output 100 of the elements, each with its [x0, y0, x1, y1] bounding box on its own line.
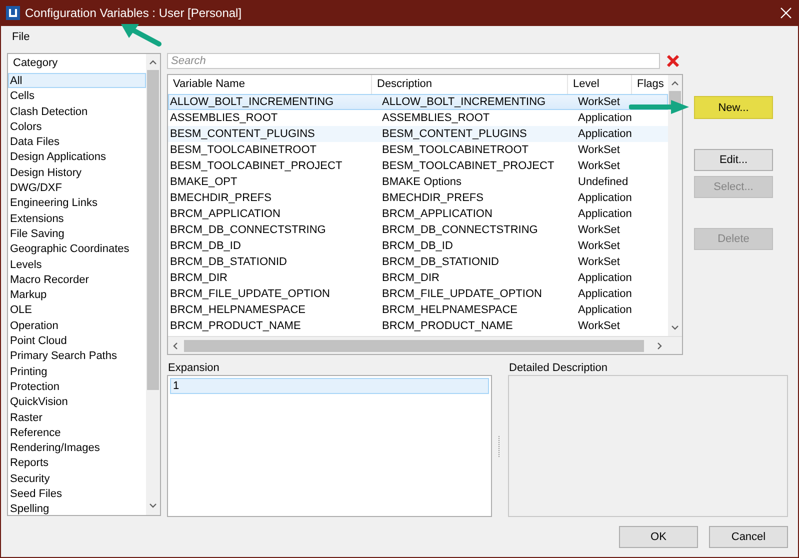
action-button[interactable]: Edit...: [694, 149, 773, 171]
table-row[interactable]: BRCM_DB_ID BRCM_DB_ID WorkSet: [168, 238, 668, 254]
table-row[interactable]: BRCM_APPLICATION BRCM_APPLICATION Application: [168, 206, 668, 222]
table-cell-text: Application: [577, 111, 632, 125]
table-cell-text: BMECHDIR_PREFS: [169, 191, 272, 205]
list-item[interactable]: Reports: [8, 455, 146, 471]
table-cell-text: ASSEMBLIES_ROOT: [169, 111, 279, 125]
table-cell-text: BRCM_DB_ID: [169, 239, 242, 253]
list-item[interactable]: Protection: [8, 378, 146, 394]
scroll-thumb[interactable]: [147, 70, 159, 390]
clear-icon[interactable]: [666, 54, 680, 68]
table-cell-text: BESM_TOOLCABINETROOT: [169, 143, 318, 157]
table-cell-text: BRCM_PRODUCT_NAME: [169, 319, 302, 333]
list-item[interactable]: OLE: [8, 302, 146, 318]
list-item[interactable]: Clash Detection: [8, 104, 146, 119]
list-item[interactable]: 1: [170, 378, 489, 394]
action-button[interactable]: New...: [694, 96, 773, 119]
table-cell-text: BRCM_FILE_UPDATE_OPTION: [169, 287, 331, 301]
column-header: Category: [12, 56, 59, 71]
table-cell-text: Application: [577, 191, 632, 205]
table-cell-text: BMECHDIR_PREFS: [381, 191, 484, 205]
list-item[interactable]: Primary Search Paths: [8, 348, 146, 364]
table-cell-text: BRCM_HELPNAMESPACE: [381, 303, 518, 317]
list-item[interactable]: Seed Files: [8, 486, 146, 502]
list-item[interactable]: Security: [8, 470, 146, 486]
table-cell-text: BESM_CONTENT_PLUGINS: [169, 127, 316, 141]
table-cell-text: BRCM_FILE_UPDATE_OPTION: [381, 287, 543, 301]
list-item[interactable]: Extensions: [8, 210, 146, 226]
table-row[interactable]: BRCM_DB_CONNECTSTRING BRCM_DB_CONNECTSTRING WorkSet: [168, 222, 668, 238]
list-item[interactable]: Macro Recorder: [8, 272, 146, 288]
table-row[interactable]: ASSEMBLIES_ROOT ASSEMBLIES_ROOT Application: [168, 110, 668, 126]
field-label: Detailed Description: [508, 361, 608, 375]
table-row[interactable]: ALLOW_BOLT_INCREMENTING ALLOW_BOLT_INCREMENTING WorkSet: [168, 94, 668, 110]
table-cell-text: BESM_TOOLCABINETROOT: [381, 143, 530, 157]
table-cell-text: BRCM_APPLICATION: [169, 207, 282, 221]
list-item[interactable]: Markup: [8, 287, 146, 302]
table-cell-text: Undefined: [577, 175, 630, 189]
menu-item[interactable]: File: [8, 29, 34, 45]
list-item[interactable]: Data Files: [8, 134, 146, 150]
table-row[interactable]: BRCM_FILE_UPDATE_OPTION BRCM_FILE_UPDATE_OPTION Application: [168, 286, 668, 302]
table-cell-text: WorkSet: [577, 95, 621, 109]
table-row[interactable]: BESM_TOOLCABINETROOT BESM_TOOLCABINETROOT WorkSet: [168, 142, 668, 158]
dialog-button[interactable]: Cancel: [709, 526, 788, 548]
close-icon[interactable]: [780, 7, 792, 19]
table-cell-text: BRCM_DIR: [169, 271, 228, 285]
list-item[interactable]: QuickVision: [8, 394, 146, 410]
list-item[interactable]: Point Cloud: [8, 333, 146, 348]
table-row[interactable]: BESM_TOOLCABINET_PROJECT BESM_TOOLCABINET_PROJECT WorkSet: [168, 158, 668, 174]
list-item[interactable]: All: [8, 73, 146, 88]
table-row[interactable]: BRCM_HELPNAMESPACE BRCM_HELPNAMESPACE Application: [168, 302, 668, 318]
table-cell-text: BMAKE Options: [381, 175, 462, 189]
list-item[interactable]: Design History: [8, 164, 146, 180]
table-cell-text: BESM_TOOLCABINET_PROJECT: [169, 159, 344, 173]
table-cell-text: WorkSet: [577, 255, 621, 269]
table-cell-text: BRCM_APPLICATION: [381, 207, 494, 221]
table-row[interactable]: BMECHDIR_PREFS BMECHDIR_PREFS Application: [168, 190, 668, 206]
table-cell-text: Application: [577, 303, 632, 317]
list-item[interactable]: DWG/DXF: [8, 180, 146, 196]
table-cell-text: Application: [577, 271, 632, 285]
table-row[interactable]: BMAKE_OPT BMAKE Options Undefined: [168, 174, 668, 190]
table-row[interactable]: BRCM_DIR BRCM_DIR Application: [168, 270, 668, 286]
list-item[interactable]: Levels: [8, 256, 146, 272]
scroll-thumb[interactable]: [184, 340, 644, 352]
list-item[interactable]: Reference: [8, 424, 146, 440]
table-cell-text: BRCM_DB_CONNECTSTRING: [381, 223, 539, 237]
table-cell-text: Application: [577, 127, 632, 141]
table-cell-text: BMAKE_OPT: [169, 175, 238, 189]
table-cell-text: Application: [577, 287, 632, 301]
list-item[interactable]: Spelling: [8, 501, 146, 515]
list-item[interactable]: Cells: [8, 88, 146, 104]
table-cell-text: Application: [577, 207, 632, 221]
list-item[interactable]: Design Applications: [8, 149, 146, 165]
table-row[interactable]: BESM_CONTENT_PLUGINS BESM_CONTENT_PLUGINS Application: [168, 126, 668, 142]
list-item[interactable]: Colors: [8, 118, 146, 134]
list-item[interactable]: Engineering Links: [8, 195, 146, 211]
table-cell-text: BRCM_DB_STATIONID: [381, 255, 500, 269]
field-label: Expansion: [167, 361, 220, 375]
table-cell-text: WorkSet: [577, 159, 621, 173]
table-cell-text: WorkSet: [577, 239, 621, 253]
list-item[interactable]: Operation: [8, 318, 146, 334]
table-cell-text: BRCM_DB_CONNECTSTRING: [169, 223, 327, 237]
list-item[interactable]: Printing: [8, 364, 146, 379]
list-item[interactable]: Raster: [8, 410, 146, 425]
list-item[interactable]: Geographic Coordinates: [8, 241, 146, 257]
column-header[interactable]: Variable Name: [168, 75, 371, 94]
table-cell-text: WorkSet: [577, 319, 621, 333]
table-cell-text: WorkSet: [577, 223, 621, 237]
app-icon: [6, 6, 20, 20]
table-cell-text: BRCM_HELPNAMESPACE: [169, 303, 306, 317]
splitter-handle[interactable]: [498, 436, 500, 458]
dialog-button[interactable]: OK: [619, 526, 698, 548]
table-row[interactable]: BRCM_DB_STATIONID BRCM_DB_STATIONID WorkSet: [168, 254, 668, 270]
list-item[interactable]: Rendering/Images: [8, 440, 146, 456]
search-field[interactable]: Search: [167, 53, 660, 69]
window-title: Configuration Variables : User [Personal]: [25, 6, 243, 20]
table-row[interactable]: BRCM_PRODUCT_NAME BRCM_PRODUCT_NAME WorkSet: [168, 318, 668, 334]
table-cell-text: BESM_CONTENT_PLUGINS: [381, 127, 528, 141]
table-cell-text: WorkSet: [577, 143, 621, 157]
list-item[interactable]: File Saving: [8, 226, 146, 242]
table-cell-text: ALLOW_BOLT_INCREMENTING: [381, 95, 547, 109]
